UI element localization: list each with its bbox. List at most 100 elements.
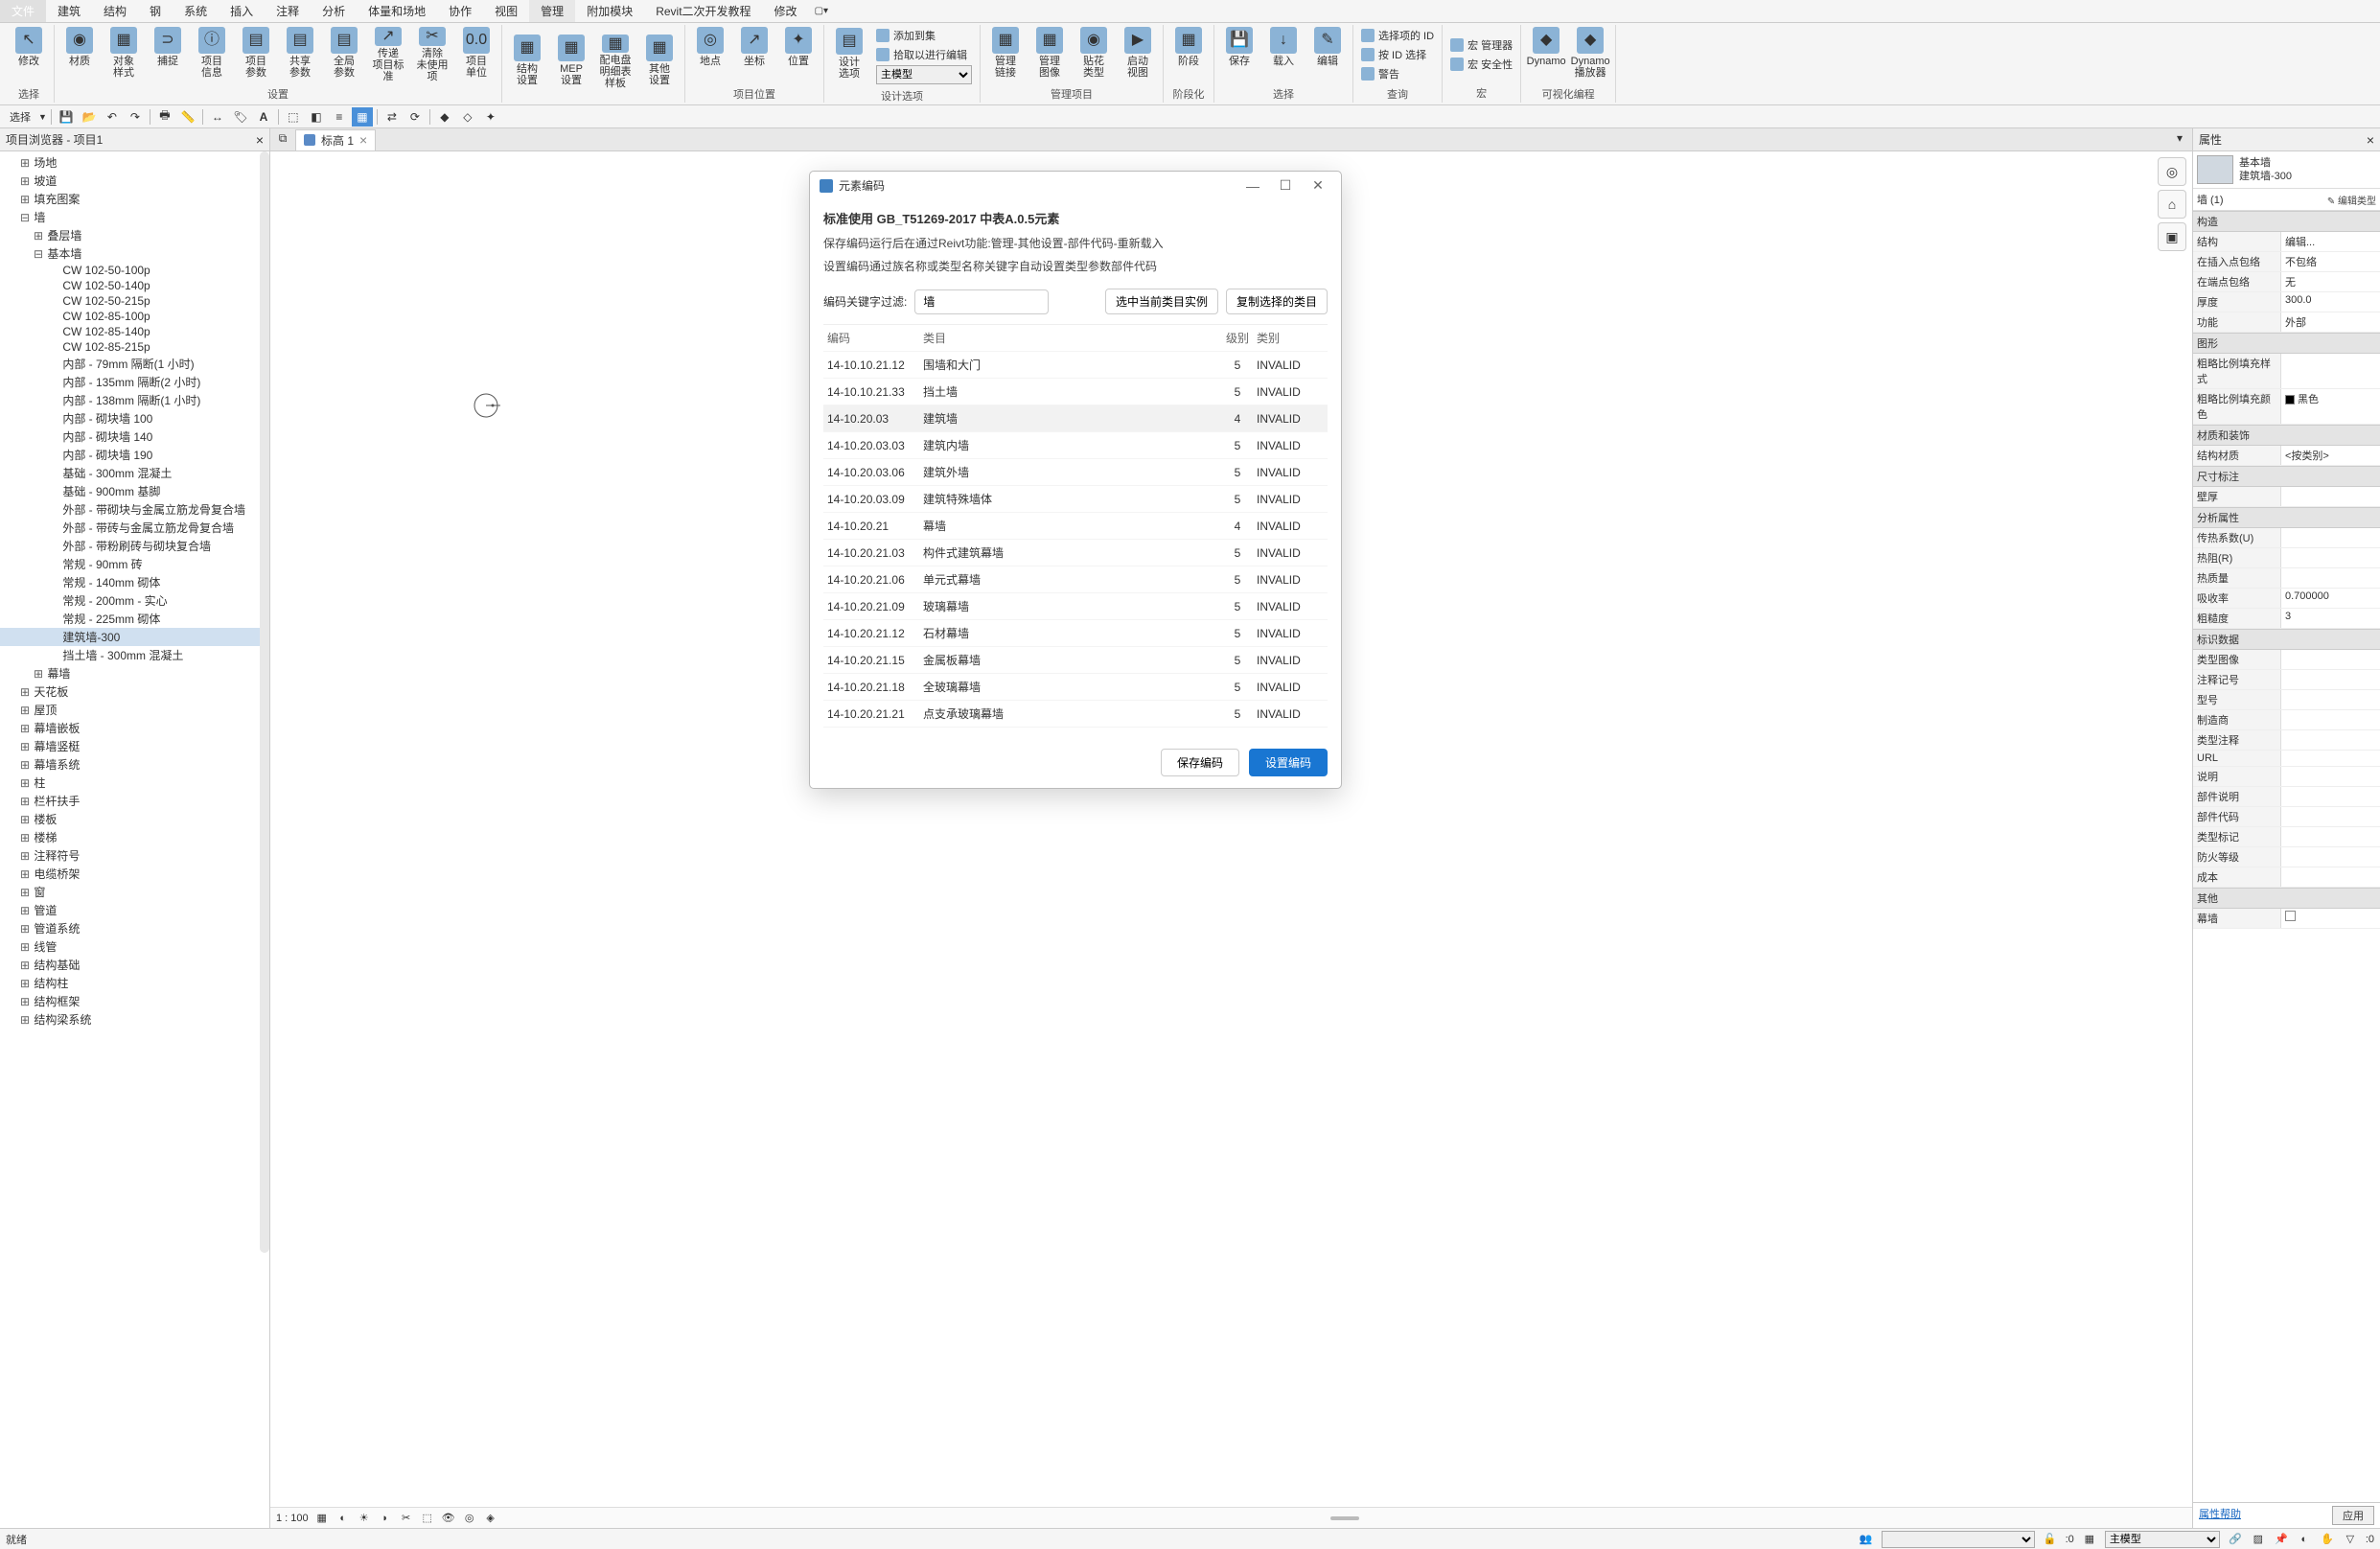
view-options-icon[interactable]: ▾ xyxy=(2171,131,2188,149)
menu-插入[interactable]: 插入 xyxy=(219,0,265,22)
tree-scrollbar[interactable] xyxy=(260,151,269,1253)
qat-close-icon[interactable]: ▦ xyxy=(352,107,373,127)
ribbon-vlist-宏 管理器[interactable]: 宏 管理器 xyxy=(1450,36,1513,54)
status-design-option[interactable]: 主模型 xyxy=(2105,1531,2220,1548)
tree-node[interactable]: 基础 - 300mm 混凝土 xyxy=(0,464,269,482)
hide-icon[interactable]: 👁 xyxy=(441,1511,456,1526)
menu-修改[interactable]: 修改 xyxy=(763,0,809,22)
view-tab-close-icon[interactable]: × xyxy=(359,132,367,148)
tree-node[interactable]: 内部 - 砌块墙 140 xyxy=(0,428,269,446)
ribbon-地点[interactable]: ◎地点 xyxy=(689,25,731,84)
tree-node[interactable]: 外部 - 带砌块与金属立筋龙骨复合墙 xyxy=(0,500,269,519)
qat-undo-icon[interactable]: ↶ xyxy=(102,107,123,127)
view-tab[interactable]: 标高 1 × xyxy=(295,129,376,150)
browser-close-icon[interactable]: × xyxy=(256,132,264,148)
prop-group-header[interactable]: 材质和装饰 xyxy=(2193,425,2380,446)
code-table-row[interactable]: 14-10.20.03.09建筑特殊墙体5INVALID xyxy=(823,486,1328,513)
visual-style-icon[interactable]: ◐ xyxy=(335,1511,351,1526)
tree-node[interactable]: ⊞ 结构框架 xyxy=(0,992,269,1010)
code-table-row[interactable]: 14-10.20.21.18全玻璃幕墙5INVALID xyxy=(823,674,1328,701)
menu-系统[interactable]: 系统 xyxy=(173,0,219,22)
menu-管理[interactable]: 管理 xyxy=(529,0,575,22)
tree-node[interactable]: 常规 - 90mm 砖 xyxy=(0,555,269,573)
code-table-row[interactable]: 14-10.10.21.12围墙和大门5INVALID xyxy=(823,352,1328,379)
props-apply-button[interactable]: 应用 xyxy=(2332,1506,2374,1525)
tree-node[interactable]: CW 102-50-100p xyxy=(0,263,269,278)
ribbon-结构-设置[interactable]: ▦结构设置 xyxy=(506,33,548,92)
ribbon-编辑[interactable]: ✎编辑 xyxy=(1306,25,1349,84)
tree-node[interactable]: ⊞ 楼梯 xyxy=(0,828,269,846)
ribbon-项目-单位[interactable]: 0.0项目单位 xyxy=(455,25,497,84)
prop-row[interactable]: 防火等级 xyxy=(2193,847,2380,867)
shadow-icon[interactable]: ◗ xyxy=(378,1511,393,1526)
copy-selected-button[interactable]: 复制选择的类目 xyxy=(1226,289,1328,314)
ribbon-坐标[interactable]: ↗坐标 xyxy=(733,25,775,84)
browser-tree[interactable]: ⊞ 场地⊞ 坡道⊞ 填充图案⊟ 墙⊞ 叠层墙⊟ 基本墙 CW 102-50-10… xyxy=(0,151,269,1528)
tree-node[interactable]: ⊞ 栏杆扶手 xyxy=(0,792,269,810)
prop-row[interactable]: 说明 xyxy=(2193,767,2380,787)
status-editable-icon[interactable]: 🔓 xyxy=(2043,1532,2058,1547)
ribbon-vlist-警告[interactable]: 警告 xyxy=(1361,65,1434,82)
prop-row[interactable]: 在插入点包络不包络 xyxy=(2193,252,2380,272)
ribbon-design-select[interactable]: 主模型 xyxy=(876,65,972,84)
tree-node[interactable]: CW 102-85-140p xyxy=(0,324,269,339)
menu-体量和场地[interactable]: 体量和场地 xyxy=(357,0,437,22)
qat-measure-icon[interactable]: 📏 xyxy=(177,107,198,127)
nav-cube-icon[interactable]: ▣ xyxy=(2158,222,2186,251)
ribbon-传递-项目标准[interactable]: ↗传递项目标准 xyxy=(367,25,409,84)
ribbon-全局-参数[interactable]: ▤全局参数 xyxy=(323,25,365,84)
qat-sync-icon[interactable]: ⟳ xyxy=(404,107,426,127)
tree-node[interactable]: ⊞ 叠层墙 xyxy=(0,226,269,244)
tree-node[interactable]: 内部 - 79mm 隔断(1 小时) xyxy=(0,355,269,373)
tree-node[interactable]: ⊞ 楼板 xyxy=(0,810,269,828)
ribbon-其他-设置[interactable]: ▦其他设置 xyxy=(638,33,681,92)
ribbon-修改[interactable]: ↖修改 xyxy=(8,25,50,84)
prop-row[interactable]: 在端点包络无 xyxy=(2193,272,2380,292)
prop-row[interactable]: 型号 xyxy=(2193,690,2380,710)
filter-input[interactable] xyxy=(914,289,1049,314)
qat-ext2-icon[interactable]: ◇ xyxy=(457,107,478,127)
code-table-row[interactable]: 14-10.20.21.06单元式幕墙5INVALID xyxy=(823,566,1328,593)
ribbon-项目-参数[interactable]: ▤项目参数 xyxy=(235,25,277,84)
qat-ext1-icon[interactable]: ◆ xyxy=(434,107,455,127)
code-table-row[interactable]: 14-10.20.21.15金属板幕墙5INVALID xyxy=(823,647,1328,674)
ribbon-项目-信息[interactable]: ⓘ项目信息 xyxy=(191,25,233,84)
prop-row[interactable]: 幕墙 xyxy=(2193,909,2380,929)
nav-wheel-icon[interactable]: ◎ xyxy=(2158,157,2186,186)
nav-home-icon[interactable]: ⌂ xyxy=(2158,190,2186,219)
status-drag-icon[interactable]: ✋ xyxy=(2320,1532,2335,1547)
ribbon-捕捉[interactable]: ⊃捕捉 xyxy=(147,25,189,84)
tree-node[interactable]: 常规 - 225mm 砌体 xyxy=(0,610,269,628)
prop-row[interactable]: 注释记号 xyxy=(2193,670,2380,690)
resize-grip[interactable] xyxy=(1330,1516,1359,1520)
ribbon-对象-样式[interactable]: ▦对象样式 xyxy=(103,25,145,84)
tree-node[interactable]: ⊞ 结构梁系统 xyxy=(0,1010,269,1029)
prop-row[interactable]: 结构材质<按类别> xyxy=(2193,446,2380,466)
ribbon-管理-图像[interactable]: ▦管理图像 xyxy=(1028,25,1071,84)
qat-3d-icon[interactable]: ⬚ xyxy=(283,107,304,127)
tree-node[interactable]: ⊞ 坡道 xyxy=(0,172,269,190)
ribbon-材质[interactable]: ◉材质 xyxy=(58,25,101,84)
menu-视图[interactable]: 视图 xyxy=(483,0,529,22)
menu-分析[interactable]: 分析 xyxy=(311,0,357,22)
qat-section-icon[interactable]: ◧ xyxy=(306,107,327,127)
qat-text-icon[interactable]: A xyxy=(253,107,274,127)
prop-row[interactable]: 传热系数(U) xyxy=(2193,528,2380,548)
menu-文件[interactable]: 文件 xyxy=(0,0,46,22)
props-close-icon[interactable]: × xyxy=(2367,132,2374,148)
qat-open-icon[interactable]: 📂 xyxy=(79,107,100,127)
code-table-row[interactable]: 14-10.10.21.33挡土墙5INVALID xyxy=(823,379,1328,405)
status-select-pinned-icon[interactable]: 📌 xyxy=(2274,1532,2289,1547)
prop-row[interactable]: 粗略比例填充样式 xyxy=(2193,354,2380,389)
tree-node[interactable]: 基础 - 900mm 基脚 xyxy=(0,482,269,500)
ribbon-配电盘明细表-样板[interactable]: ▦配电盘明细表样板 xyxy=(594,33,636,92)
qat-save-icon[interactable]: 💾 xyxy=(56,107,77,127)
scale-label[interactable]: 1 : 100 xyxy=(276,1513,309,1524)
tree-node[interactable]: ⊞ 填充图案 xyxy=(0,190,269,208)
ribbon-启动-视图[interactable]: ▶启动视图 xyxy=(1117,25,1159,84)
ribbon-共享-参数[interactable]: ▤共享参数 xyxy=(279,25,321,84)
status-workset-icon[interactable]: 👥 xyxy=(1859,1532,1874,1547)
temp-hide-icon[interactable]: ◎ xyxy=(462,1511,477,1526)
ribbon-vlist-添加到集[interactable]: 添加到集 xyxy=(876,27,972,44)
tree-node[interactable]: ⊞ 注释符号 xyxy=(0,846,269,865)
